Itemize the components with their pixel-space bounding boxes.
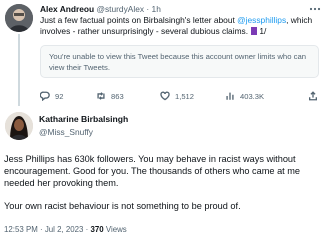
avatar[interactable] xyxy=(5,4,33,32)
text-segment: Just a few factual points on Birbalsingh… xyxy=(40,15,238,25)
tweet-page: Alex Andreou @sturdyAlex · 1h Just a few… xyxy=(0,0,325,240)
tweet-paragraph: Jess Phillips has 630k followers. You ma… xyxy=(4,154,301,189)
like-count: 1,512 xyxy=(175,91,195,101)
thread-counter: 1/ xyxy=(259,26,267,36)
tweet-timestamp: 12:53 PM · Jul 2, 2023 · 370 Views xyxy=(4,225,127,234)
unavailable-tweet-notice: You're unable to view this Tweet because… xyxy=(40,45,319,78)
reply-icon xyxy=(40,91,50,101)
bar-chart-icon xyxy=(226,92,234,100)
thread-line xyxy=(18,34,20,106)
view-count: 403.3K xyxy=(240,91,265,101)
share-icon xyxy=(309,91,317,101)
main-tweet[interactable]: Katharine Birbalsingh @Miss_Snuffy Jess … xyxy=(0,108,325,240)
retweet-count: 863 xyxy=(111,91,124,101)
tweet-time[interactable]: 12:53 PM xyxy=(4,225,38,234)
author-name[interactable]: Alex Andreou xyxy=(40,4,94,14)
reply-button[interactable]: 92 xyxy=(40,89,63,103)
retweet-icon xyxy=(97,92,105,100)
avatar[interactable] xyxy=(5,112,33,140)
heart-icon xyxy=(160,91,170,101)
more-dots-icon[interactable] xyxy=(309,4,321,13)
author-handle[interactable]: @sturdyAlex xyxy=(96,4,144,14)
parent-tweet[interactable]: Alex Andreou @sturdyAlex · 1h Just a few… xyxy=(0,0,325,108)
tweet-date[interactable]: Jul 2, 2023 xyxy=(45,225,84,234)
views-button[interactable]: 403.3K xyxy=(225,89,264,103)
author-handle[interactable]: @Miss_Snuffy xyxy=(39,127,93,137)
main-tweet-text: Jess Phillips has 630k followers. You ma… xyxy=(4,153,322,212)
parent-tweet-header: Alex Andreou @sturdyAlex · 1h xyxy=(40,3,161,15)
views-label: Views xyxy=(105,225,127,234)
retweet-button[interactable]: 863 xyxy=(96,89,124,103)
tweet-age[interactable]: 1h xyxy=(152,4,161,14)
parent-tweet-text: Just a few factual points on Birbalsingh… xyxy=(40,15,321,37)
mention-link[interactable]: @jessphillips xyxy=(237,15,286,25)
unavailable-notice-text: You're unable to view this Tweet because… xyxy=(49,52,307,72)
author-name[interactable]: Katharine Birbalsingh xyxy=(39,114,128,124)
view-count: 370 xyxy=(90,225,104,234)
thread-marker-icon xyxy=(251,27,258,35)
tweet-actions: 92 863 1,512 403.3K xyxy=(40,88,322,104)
tweet-paragraph: Your own racist behaviour is not somethi… xyxy=(4,200,241,211)
reply-count: 92 xyxy=(55,91,64,101)
like-button[interactable]: 1,512 xyxy=(160,89,194,103)
share-button[interactable] xyxy=(308,89,318,103)
separator: · xyxy=(146,4,150,14)
